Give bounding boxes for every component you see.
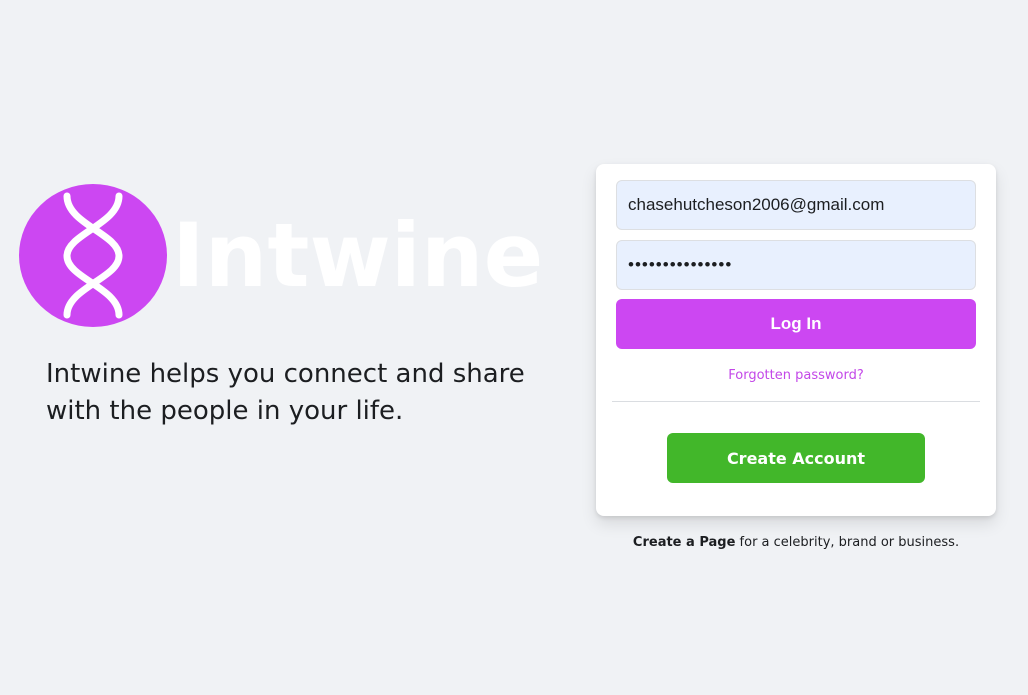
create-page-description: for a celebrity, brand or business. [735,535,960,550]
brand-name: Intwine [172,204,544,307]
create-account-button[interactable]: Create Account [667,433,925,483]
create-page-text: Create a Page for a celebrity, brand or … [596,535,996,550]
forgot-password-link[interactable]: Forgotten password? [596,368,996,383]
brand-logo: Intwine [18,183,543,328]
create-page-link[interactable]: Create a Page [633,535,735,550]
tagline: Intwine helps you connect and share with… [46,359,525,426]
dna-helix-icon [19,184,167,327]
divider [612,401,980,402]
login-card: Log In Forgotten password? Create Accoun… [596,164,996,516]
password-field[interactable] [616,240,976,290]
email-field[interactable] [616,180,976,230]
login-button[interactable]: Log In [616,299,976,349]
